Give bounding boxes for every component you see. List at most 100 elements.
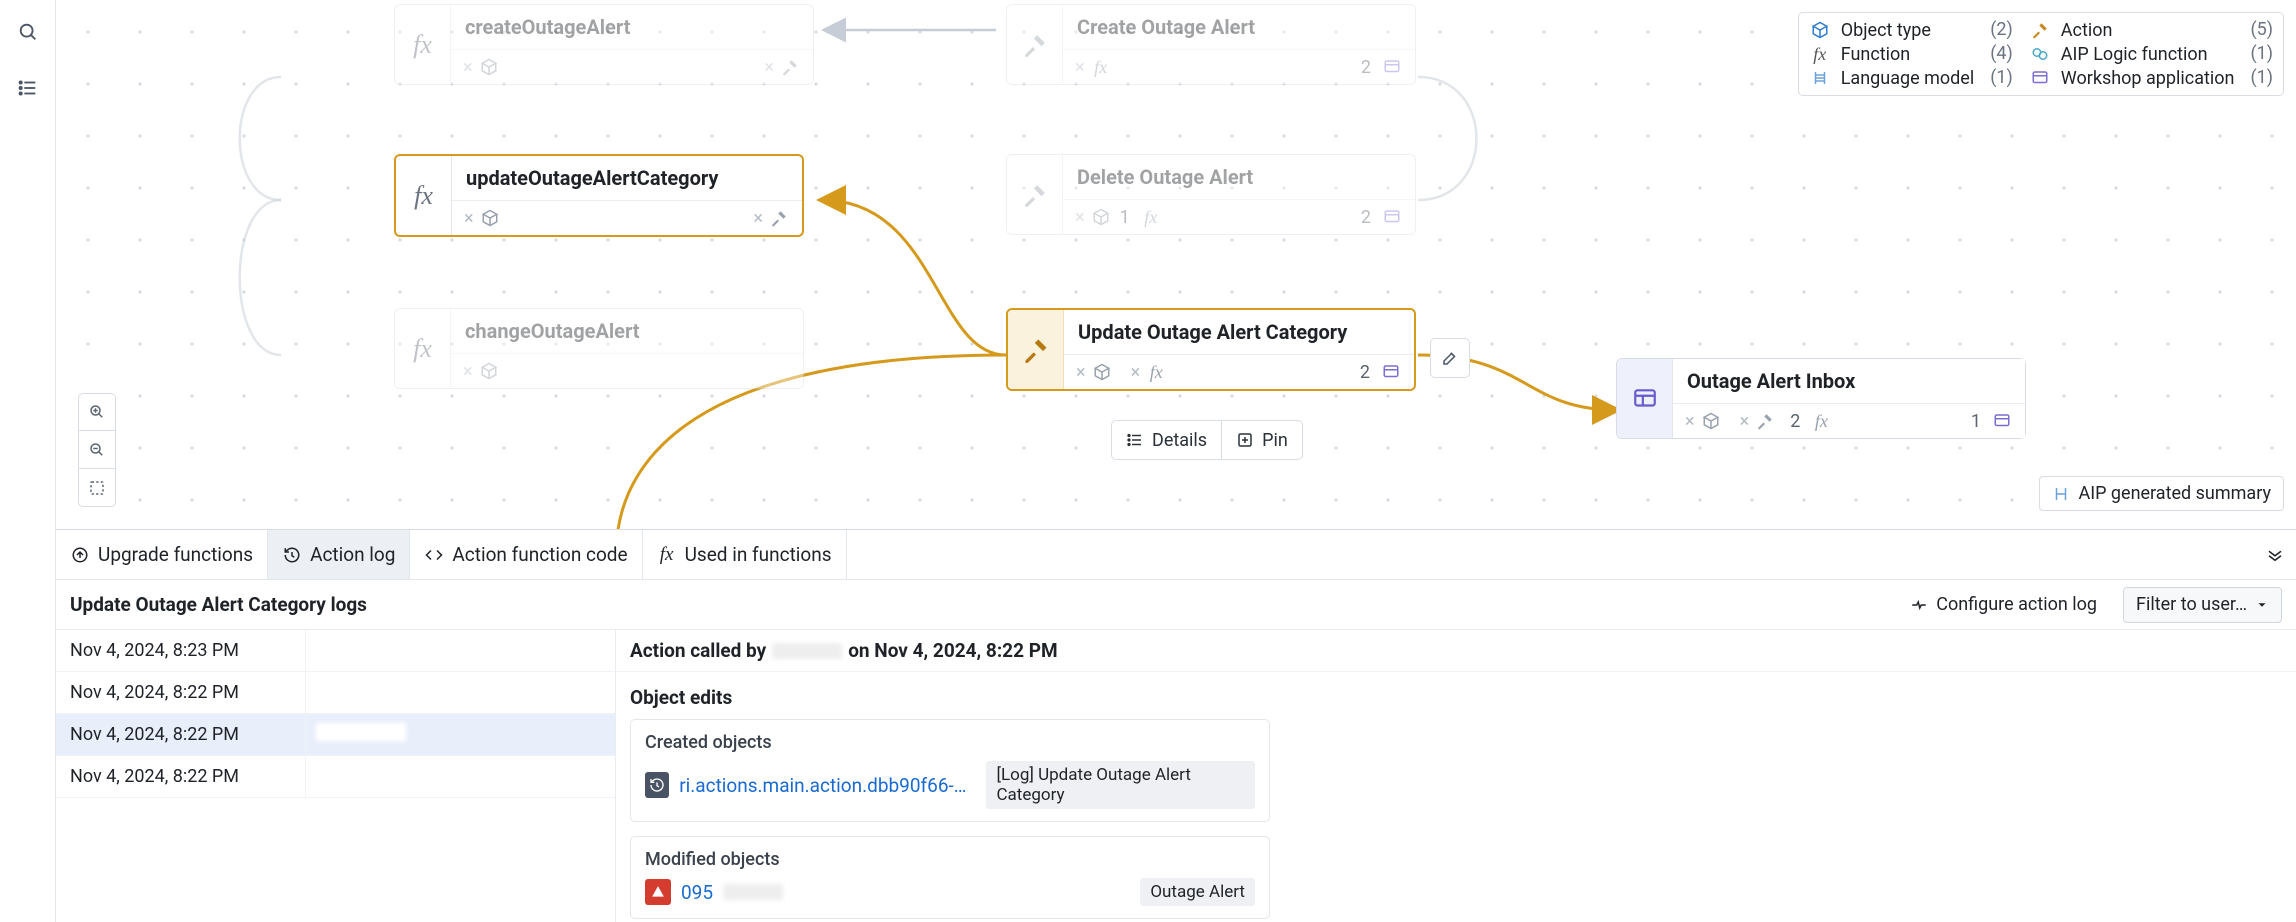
node-fx-createOutageAlert[interactable]: fx createOutageAlert × × [394, 4, 814, 85]
gavel-icon [1007, 155, 1063, 234]
node-title: Delete Outage Alert [1063, 155, 1415, 199]
cube-icon [478, 360, 500, 382]
configure-action-log-button[interactable]: Configure action log [1898, 587, 2109, 623]
cube-icon [1091, 361, 1113, 383]
filter-label: Filter to user… [2136, 594, 2247, 615]
details-label: Details [1152, 430, 1207, 451]
left-rail [0, 0, 56, 922]
tab-label: Action function code [452, 543, 627, 566]
log-user [306, 765, 615, 788]
workshop-app-icon [2029, 67, 2051, 89]
details-button[interactable]: Details [1111, 420, 1222, 460]
cube-icon [1700, 410, 1722, 432]
tab-upgrade-functions[interactable]: Upgrade functions [56, 530, 268, 579]
log-time: Nov 4, 2024, 8:23 PM [56, 630, 306, 671]
language-model-icon [1809, 67, 1831, 89]
log-detail: Action called by on Nov 4, 2024, 8:22 PM… [616, 630, 2296, 922]
upgrade-icon [70, 545, 90, 565]
pin-button[interactable]: Pin [1222, 420, 1303, 460]
zoom-in-button[interactable] [78, 393, 116, 431]
tab-action-log[interactable]: Action log [268, 530, 410, 579]
node-fx-updateOutageAlertCategory[interactable]: fx updateOutageAlertCategory × × [394, 154, 804, 237]
collapse-panel-button[interactable] [2254, 548, 2296, 562]
filter-to-user-select[interactable]: Filter to user… [2123, 587, 2282, 623]
node-title: createOutageAlert [451, 5, 813, 49]
fx-icon: fx [657, 545, 677, 565]
tab-action-function-code[interactable]: Action function code [410, 530, 642, 579]
log-list: Nov 4, 2024, 8:23 PM Nov 4, 2024, 8:22 P… [56, 630, 616, 922]
list-icon[interactable] [14, 74, 42, 102]
tab-label: Action log [310, 543, 395, 566]
app-icon [1381, 206, 1403, 228]
gavel-icon [768, 207, 790, 229]
tab-label: Upgrade functions [98, 543, 253, 566]
logs-title: Update Outage Alert Category logs [70, 593, 367, 616]
created-object-link[interactable]: ri.actions.main.action.dbb90f66-… [679, 774, 966, 797]
modified-object-tag: Outage Alert [1140, 878, 1255, 906]
app-icon [1380, 361, 1402, 383]
configure-label: Configure action log [1936, 594, 2097, 615]
tab-label: Used in functions [685, 543, 832, 566]
node-title: updateOutageAlertCategory [452, 156, 802, 200]
modified-objects-heading: Modified objects [645, 849, 1255, 870]
node-action-create-outage-alert[interactable]: Create Outage Alert ×fx 2 [1006, 4, 1416, 85]
log-row[interactable]: Nov 4, 2024, 8:22 PM [56, 756, 615, 798]
node-title: changeOutageAlert [451, 309, 803, 353]
created-objects-heading: Created objects [645, 732, 1255, 753]
workshop-app-icon [1617, 359, 1673, 438]
fx-icon: fx [1809, 43, 1831, 65]
object-edits-heading: Object edits [616, 672, 2296, 719]
pin-label: Pin [1262, 430, 1288, 451]
log-time: Nov 4, 2024, 8:22 PM [56, 672, 306, 713]
gavel-icon [1008, 310, 1064, 389]
code-icon [424, 545, 444, 565]
node-title: Outage Alert Inbox [1673, 359, 2025, 403]
app-icon [1381, 56, 1403, 78]
node-action-delete-outage-alert[interactable]: Delete Outage Alert × 1 fx 2 [1006, 154, 1416, 235]
gavel-icon [779, 56, 801, 78]
legend: Object type (2) Action (5) fxFunction (4… [1798, 12, 2284, 96]
log-row[interactable]: Nov 4, 2024, 8:22 PM [56, 714, 615, 756]
fx-icon: fx [395, 309, 451, 388]
search-icon[interactable] [14, 18, 42, 46]
log-user [306, 681, 615, 704]
brain-icon [2029, 43, 2051, 65]
fx-icon: fx [395, 5, 451, 84]
cube-icon [1090, 206, 1112, 228]
aip-summary-chip[interactable]: AIP generated summary [2039, 476, 2284, 511]
log-row[interactable]: Nov 4, 2024, 8:23 PM [56, 630, 615, 672]
cube-icon [1809, 19, 1831, 41]
history-icon [645, 772, 669, 798]
cube-icon [478, 56, 500, 78]
fx-icon: fx [1810, 410, 1832, 432]
fx-icon: fx [1090, 56, 1112, 78]
node-title: Update Outage Alert Category [1064, 310, 1414, 354]
zoom-out-button[interactable] [78, 431, 116, 469]
log-time: Nov 4, 2024, 8:22 PM [56, 756, 306, 797]
history-icon [282, 545, 302, 565]
modified-object-extra [723, 884, 783, 900]
log-user [306, 639, 615, 662]
created-object-tag: [Log] Update Outage Alert Category [986, 761, 1255, 809]
log-time: Nov 4, 2024, 8:22 PM [56, 714, 306, 755]
gavel-icon [2029, 19, 2051, 41]
called-by-user [772, 643, 842, 659]
zoom-fit-button[interactable] [78, 469, 116, 507]
called-on-label: on Nov 4, 2024, 8:22 PM [848, 639, 1057, 662]
node-title: Create Outage Alert [1063, 5, 1415, 49]
node-app-outage-alert-inbox[interactable]: Outage Alert Inbox × × 2 fx 1 [1616, 358, 2026, 439]
node-fx-changeOutageAlert[interactable]: fx changeOutageAlert × [394, 308, 804, 389]
log-row[interactable]: Nov 4, 2024, 8:22 PM [56, 672, 615, 714]
edit-button[interactable] [1430, 338, 1470, 378]
fx-icon: fx [396, 156, 452, 235]
modified-object-link[interactable]: 095 [681, 881, 713, 904]
cube-icon [479, 207, 501, 229]
log-user [306, 723, 615, 746]
fx-icon: fx [1140, 206, 1162, 228]
panel-tabs: Upgrade functions Action log Action func… [56, 530, 2296, 580]
tab-used-in-functions[interactable]: fx Used in functions [643, 530, 847, 579]
gavel-icon [1007, 5, 1063, 84]
aip-summary-label: AIP generated summary [2078, 483, 2271, 504]
graph-canvas[interactable]: fx createOutageAlert × × Create Outage A… [56, 0, 2296, 530]
node-action-update-outage-alert-category[interactable]: Update Outage Alert Category × ×fx 2 [1006, 308, 1416, 391]
